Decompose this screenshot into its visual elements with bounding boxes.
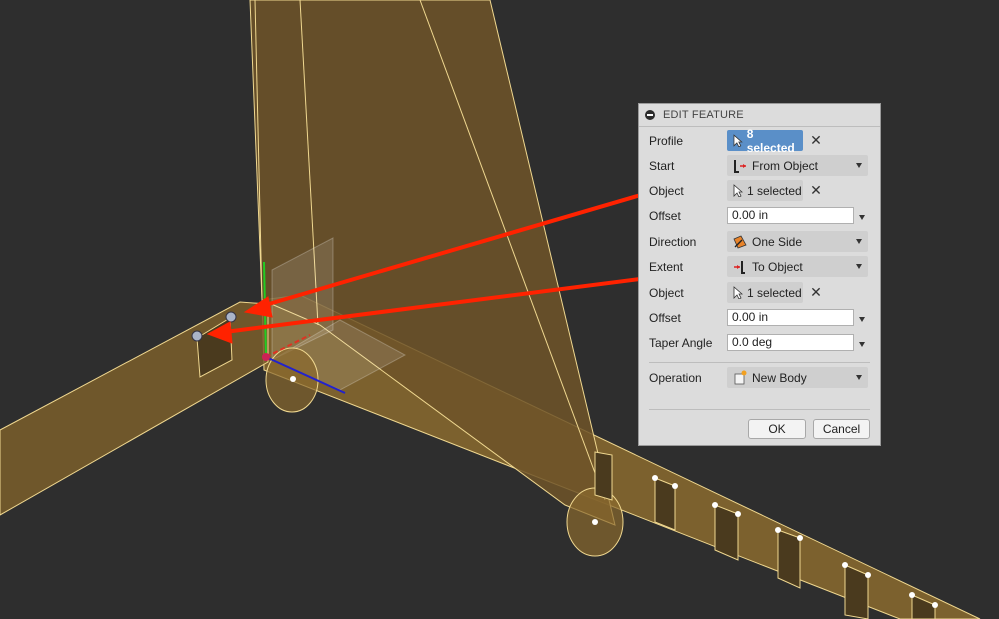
profile-selector[interactable]: 8 selected — [727, 127, 803, 155]
offset2-label: Offset — [649, 311, 681, 325]
select-cursor-icon — [733, 286, 743, 299]
taper-label: Taper Angle — [649, 336, 713, 350]
dialog-header[interactable]: EDIT FEATURE — [639, 104, 880, 127]
profile-row: Profile 8 selected ✕ — [639, 127, 880, 155]
cancel-button[interactable]: Cancel — [813, 419, 870, 439]
new-body-icon — [734, 370, 747, 385]
start-row: Start From Object — [639, 154, 880, 178]
operation-dropdown[interactable]: New Body — [727, 367, 868, 388]
divider — [649, 409, 870, 410]
profile-label: Profile — [649, 134, 684, 148]
extent-row: Extent To Object — [639, 255, 880, 279]
selected-point[interactable] — [225, 311, 237, 323]
start-value: From Object — [752, 158, 819, 173]
selected-point[interactable] — [191, 330, 203, 342]
offset2-input[interactable]: 0.00 in — [727, 309, 854, 326]
chevron-down-icon[interactable] — [859, 317, 865, 322]
direction-value: One Side — [752, 234, 803, 249]
profile-value: 8 selected — [746, 126, 795, 155]
offset1-row: Offset 0.00 in — [639, 204, 880, 228]
operation-value: New Body — [752, 370, 807, 385]
taper-input[interactable]: 0.0 deg — [727, 334, 854, 351]
offset1-label: Offset — [649, 209, 681, 223]
start-object-row: Object 1 selected ✕ — [639, 179, 880, 203]
chevron-down-icon — [856, 239, 862, 244]
chevron-down-icon — [856, 264, 862, 269]
chevron-down-icon[interactable] — [859, 342, 865, 347]
extent-object-value: 1 selected — [747, 285, 802, 300]
direction-dropdown[interactable]: One Side — [727, 231, 868, 252]
extent-object-row: Object 1 selected ✕ — [639, 281, 880, 305]
collapse-icon[interactable] — [645, 110, 655, 120]
extent-dropdown[interactable]: To Object — [727, 256, 868, 277]
extent-value: To Object — [752, 259, 803, 274]
start-object-label: Object — [649, 184, 684, 198]
direction-label: Direction — [649, 235, 697, 249]
center-point — [290, 376, 296, 382]
start-object-selector[interactable]: 1 selected — [727, 180, 803, 201]
operation-label: Operation — [649, 371, 702, 385]
select-cursor-icon — [733, 184, 743, 197]
to-object-icon — [734, 260, 745, 274]
offset1-input[interactable]: 0.00 in — [727, 207, 854, 224]
from-object-icon — [734, 159, 746, 173]
ok-button[interactable]: OK — [748, 419, 806, 439]
chevron-down-icon — [856, 375, 862, 380]
clear-x-icon[interactable]: ✕ — [810, 183, 822, 197]
chevron-down-icon — [856, 163, 862, 168]
taper-row: Taper Angle 0.0 deg — [639, 331, 880, 355]
one-side-icon — [733, 234, 747, 249]
offset2-row: Offset 0.00 in — [639, 306, 880, 330]
clear-x-icon[interactable]: ✕ — [810, 285, 822, 299]
origin-point — [262, 353, 270, 361]
chevron-down-icon[interactable] — [859, 215, 865, 220]
start-object-value: 1 selected — [747, 183, 802, 198]
operation-row: Operation New Body — [639, 366, 880, 390]
dialog-title: EDIT FEATURE — [663, 109, 744, 121]
extent-object-label: Object — [649, 286, 684, 300]
clear-x-icon[interactable]: ✕ — [810, 133, 822, 147]
center-point — [592, 519, 598, 525]
divider — [649, 362, 870, 363]
extent-label: Extent — [649, 260, 684, 274]
direction-row: Direction One Side — [639, 230, 880, 254]
start-dropdown[interactable]: From Object — [727, 155, 868, 176]
start-label: Start — [649, 159, 675, 173]
extent-object-selector[interactable]: 1 selected — [727, 282, 803, 303]
edit-feature-dialog: EDIT FEATURE Profile 8 selected ✕ Start … — [638, 103, 881, 446]
select-cursor-icon — [733, 134, 743, 147]
